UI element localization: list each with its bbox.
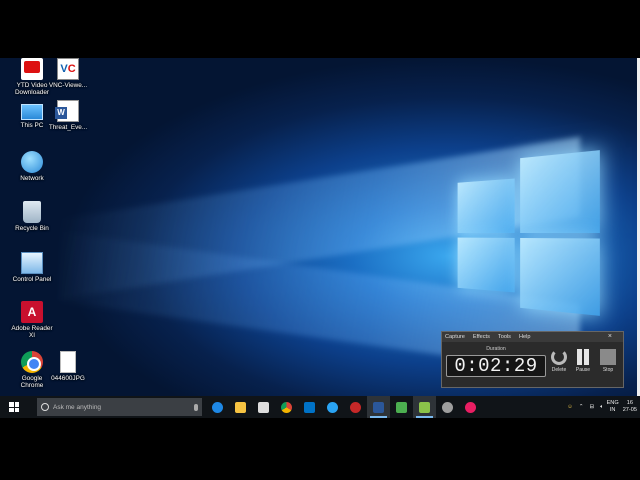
recycle-bin-icon <box>23 201 41 223</box>
desktop: YTD Video Downloader VC VNC-Viewe... Thi… <box>0 58 640 418</box>
duration-timer: 0:02:29 <box>446 355 546 377</box>
chevron-up-icon[interactable]: ⌃ <box>579 404 584 410</box>
region-code: IN <box>609 407 616 413</box>
taskbar: Ask me anything ☺ ⌃ ⊟ 🔈︎ ENG IN 16 27-05 <box>0 396 640 418</box>
language-indicator[interactable]: ENG IN <box>607 400 619 414</box>
desktop-icon-label: Adobe Reader XI <box>11 325 53 339</box>
word-document-icon <box>55 100 79 122</box>
desktop-icon-control-panel[interactable]: Control Panel <box>11 252 53 283</box>
taskbar-file-explorer[interactable] <box>229 396 252 418</box>
taskbar-ie[interactable] <box>321 396 344 418</box>
clock-time: 16 <box>626 400 633 406</box>
chrome-icon <box>21 351 43 373</box>
word-icon <box>373 401 384 413</box>
taskbar-camtasia-recorder[interactable] <box>413 396 436 418</box>
settings-icon <box>442 401 453 413</box>
duration-panel: Duration 0:02:29 <box>446 344 546 384</box>
control-panel-icon <box>21 252 43 274</box>
desktop-icon-label: 044600JPG <box>51 375 85 382</box>
store-icon <box>258 401 269 413</box>
outlook-icon <box>304 401 315 413</box>
edge-icon <box>212 401 223 413</box>
delete-icon <box>551 349 567 365</box>
snipping-icon <box>350 401 361 413</box>
taskbar-settings[interactable] <box>436 396 459 418</box>
menu-tools[interactable]: Tools <box>498 334 511 340</box>
desktop-icon-threat[interactable]: Threat_Eve... <box>47 100 89 131</box>
ytd-icon <box>21 58 43 80</box>
recorder-window: Capture Effects Tools Help × Duration 0:… <box>441 331 624 388</box>
menu-help[interactable]: Help <box>519 334 531 340</box>
pause-label: Pause <box>575 367 591 373</box>
desktop-icon-recycle-bin[interactable]: Recycle Bin <box>11 201 53 232</box>
menu-effects[interactable]: Effects <box>473 334 490 340</box>
stop-label: Stop <box>602 367 614 373</box>
cortana-icon <box>41 403 49 411</box>
media-icon <box>465 401 476 413</box>
desktop-icon-label: Network <box>20 175 44 182</box>
desktop-icon-label: VNC-Viewe... <box>48 82 88 89</box>
start-button[interactable] <box>0 396 28 418</box>
menu-capture[interactable]: Capture <box>445 334 465 340</box>
chrome-icon <box>281 401 292 413</box>
network-tray-icon[interactable]: ⊟ <box>590 404 595 410</box>
computer-icon <box>21 104 43 120</box>
clock-date: 27-05 <box>622 407 637 413</box>
taskbar-apps <box>206 396 482 418</box>
stop-icon <box>600 349 616 365</box>
volume-icon[interactable]: 🔈︎ <box>600 404 603 411</box>
recorder-menu-bar: Capture Effects Tools Help × <box>442 332 623 342</box>
close-icon[interactable]: × <box>608 332 612 342</box>
taskbar-store[interactable] <box>252 396 275 418</box>
delete-button[interactable]: Delete <box>548 349 570 373</box>
clock[interactable]: 16 27-05 <box>623 400 637 414</box>
ie-icon <box>327 401 338 413</box>
desktop-icon-label: Recycle Bin <box>15 225 49 232</box>
duration-label: Duration <box>486 346 506 352</box>
desktop-icon-label: Control Panel <box>12 276 52 283</box>
delete-label: Delete <box>551 367 567 373</box>
taskbar-word[interactable] <box>367 396 390 418</box>
camtasia-icon <box>396 401 407 413</box>
vnc-icon: VC <box>57 58 79 80</box>
windows-icon <box>9 402 19 412</box>
desktop-icon-vnc[interactable]: VC VNC-Viewe... <box>47 58 89 89</box>
search-box[interactable]: Ask me anything <box>37 398 202 416</box>
desktop-icon-jpg[interactable]: 044600JPG <box>47 351 89 382</box>
pause-icon <box>575 349 591 365</box>
system-tray: ☺ ⌃ ⊟ 🔈︎ ENG IN 16 27-05 <box>564 396 640 418</box>
taskbar-snipping[interactable] <box>344 396 367 418</box>
taskbar-outlook[interactable] <box>298 396 321 418</box>
desktop-icon-network[interactable]: Network <box>11 151 53 182</box>
people-icon[interactable]: ☺ <box>567 404 573 410</box>
camtasia-recorder-icon <box>419 401 430 413</box>
taskbar-edge[interactable] <box>206 396 229 418</box>
adobe-reader-icon: A <box>21 301 43 323</box>
stop-button[interactable]: Stop <box>597 349 619 373</box>
pause-button[interactable]: Pause <box>572 349 594 373</box>
desktop-icon-adobe[interactable]: A Adobe Reader XI <box>11 301 53 339</box>
taskbar-media[interactable] <box>459 396 482 418</box>
windows-logo-wallpaper <box>457 150 600 316</box>
image-file-icon <box>60 351 76 373</box>
language-code: ENG <box>606 400 619 406</box>
desktop-icon-label: Threat_Eve... <box>48 124 88 131</box>
file-explorer-icon <box>235 401 246 413</box>
taskbar-chrome[interactable] <box>275 396 298 418</box>
taskbar-camtasia[interactable] <box>390 396 413 418</box>
microphone-icon[interactable] <box>194 403 198 411</box>
search-placeholder: Ask me anything <box>53 403 102 411</box>
network-icon <box>21 151 43 173</box>
